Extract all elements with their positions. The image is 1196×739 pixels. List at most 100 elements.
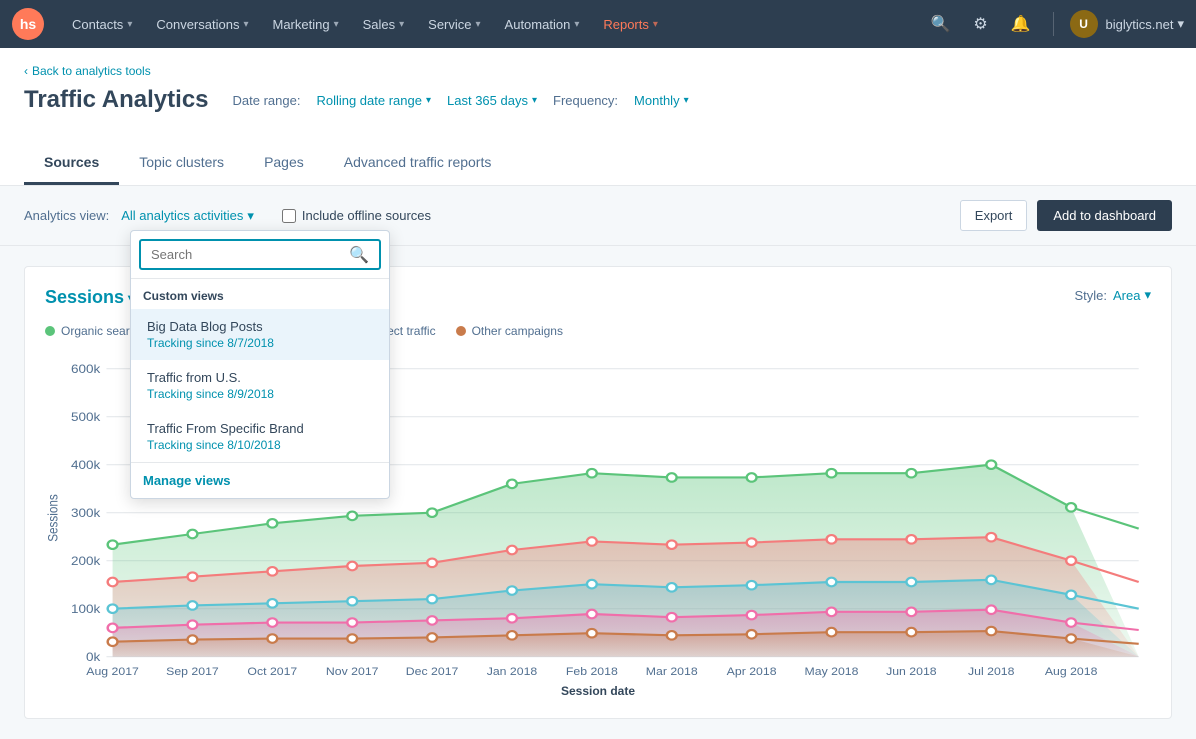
- date-range-dropdown[interactable]: Rolling date range ▾: [316, 93, 431, 108]
- tab-topic-clusters[interactable]: Topic clusters: [119, 142, 244, 185]
- analytics-bar: Analytics view: All analytics activities…: [0, 186, 1196, 246]
- settings-button[interactable]: ⚙: [965, 8, 997, 40]
- filter-row: Date range: Rolling date range ▾ Last 36…: [233, 93, 689, 108]
- svg-text:Jan 2018: Jan 2018: [487, 666, 538, 677]
- search-button[interactable]: 🔍: [925, 8, 957, 40]
- dropdown-item-2[interactable]: Traffic From Specific Brand Tracking sin…: [131, 411, 389, 462]
- svg-text:Aug 2018: Aug 2018: [1045, 666, 1098, 677]
- svg-text:hs: hs: [20, 16, 37, 32]
- dropdown-item-1-title: Traffic from U.S.: [147, 370, 373, 385]
- svg-text:Nov 2017: Nov 2017: [326, 666, 379, 677]
- dropdown-item-1[interactable]: Traffic from U.S. Tracking since 8/9/201…: [131, 360, 389, 411]
- svg-text:200k: 200k: [71, 555, 101, 568]
- tab-sources[interactable]: Sources: [24, 142, 119, 185]
- svg-text:0k: 0k: [86, 651, 101, 664]
- svg-text:Feb 2018: Feb 2018: [566, 666, 618, 677]
- page-title: Traffic Analytics: [24, 86, 209, 114]
- nav-service[interactable]: Service▾: [416, 0, 492, 48]
- manage-views-link[interactable]: Manage views: [131, 462, 389, 498]
- style-label: Style:: [1074, 288, 1107, 303]
- nav-reports[interactable]: Reports▾: [591, 0, 670, 48]
- svg-text:Jun 2018: Jun 2018: [886, 666, 937, 677]
- offline-sources-checkbox[interactable]: [282, 209, 296, 223]
- search-input[interactable]: [139, 239, 381, 270]
- analytics-view-label: Analytics view:: [24, 208, 109, 223]
- svg-text:Sep 2017: Sep 2017: [166, 666, 219, 677]
- dropdown-item-0[interactable]: Big Data Blog Posts Tracking since 8/7/2…: [131, 309, 389, 360]
- nav-conversations-chevron: ▾: [243, 19, 248, 30]
- top-navigation: hs Contacts▾ Conversations▾ Marketing▾ S…: [0, 0, 1196, 48]
- nav-sales[interactable]: Sales▾: [351, 0, 417, 48]
- frequency-chevron: ▾: [684, 95, 689, 106]
- nav-links: Contacts▾ Conversations▾ Marketing▾ Sale…: [60, 0, 925, 48]
- dropdown-item-2-sub: Tracking since 8/10/2018: [147, 438, 373, 452]
- dropdown-search-area: 🔍: [131, 231, 389, 279]
- user-chevron-icon: ▾: [1177, 16, 1184, 32]
- dropdown-item-0-title: Big Data Blog Posts: [147, 319, 373, 334]
- svg-text:100k: 100k: [71, 603, 101, 616]
- sessions-dropdown[interactable]: Sessions ▾: [45, 287, 134, 308]
- legend-organic-search: Organic search: [45, 324, 142, 338]
- nav-marketing[interactable]: Marketing▾: [260, 0, 350, 48]
- legend-other-campaigns: Other campaigns: [456, 324, 563, 338]
- svg-text:Mar 2018: Mar 2018: [646, 666, 698, 677]
- nav-service-chevron: ▾: [476, 19, 481, 30]
- nav-right: 🔍 ⚙ 🔔 U biglytics.net ▾: [925, 8, 1184, 40]
- nav-sales-chevron: ▾: [399, 19, 404, 30]
- style-dropdown[interactable]: Area ▾: [1113, 287, 1151, 303]
- legend-other-campaigns-dot: [456, 326, 466, 336]
- analytics-view-chevron: ▾: [247, 208, 254, 224]
- analytics-view-popup: 🔍 Custom views Big Data Blog Posts Track…: [130, 230, 390, 499]
- notifications-button[interactable]: 🔔: [1005, 8, 1037, 40]
- svg-text:400k: 400k: [71, 459, 101, 472]
- dropdown-item-1-sub: Tracking since 8/9/2018: [147, 387, 373, 401]
- hubspot-logo[interactable]: hs: [12, 8, 44, 40]
- search-icon: 🔍: [349, 245, 369, 265]
- tabs: Sources Topic clusters Pages Advanced tr…: [24, 142, 1172, 185]
- avatar[interactable]: U: [1070, 10, 1098, 38]
- frequency-dropdown[interactable]: Monthly ▾: [634, 93, 689, 108]
- nav-reports-chevron: ▾: [653, 19, 658, 30]
- analytics-view-dropdown[interactable]: All analytics activities ▾: [121, 208, 254, 224]
- dropdown-item-0-sub: Tracking since 8/7/2018: [147, 336, 373, 350]
- nav-automation-chevron: ▾: [574, 19, 579, 30]
- nav-divider: [1053, 12, 1054, 36]
- nav-contacts[interactable]: Contacts▾: [60, 0, 144, 48]
- svg-text:Dec 2017: Dec 2017: [406, 666, 459, 677]
- dropdown-items-list: Big Data Blog Posts Tracking since 8/7/2…: [131, 309, 389, 462]
- nav-marketing-chevron: ▾: [334, 19, 339, 30]
- export-button[interactable]: Export: [960, 200, 1028, 231]
- legend-organic-search-dot: [45, 326, 55, 336]
- page-header: ‹ Back to analytics tools Traffic Analyt…: [0, 48, 1196, 186]
- x-axis-label: Session date: [45, 684, 1151, 698]
- date-range-label: Date range:: [233, 93, 301, 108]
- nav-contacts-chevron: ▾: [127, 19, 132, 30]
- user-menu[interactable]: biglytics.net ▾: [1106, 16, 1184, 32]
- tab-advanced[interactable]: Advanced traffic reports: [324, 142, 512, 185]
- custom-views-label: Custom views: [131, 279, 389, 309]
- date-range-chevron: ▾: [426, 95, 431, 106]
- dropdown-item-2-title: Traffic From Specific Brand: [147, 421, 373, 436]
- svg-text:600k: 600k: [71, 363, 101, 376]
- style-selector: Style: Area ▾: [1074, 287, 1151, 303]
- tab-pages[interactable]: Pages: [244, 142, 324, 185]
- back-link[interactable]: ‹ Back to analytics tools: [24, 64, 1172, 78]
- svg-text:Sessions: Sessions: [46, 494, 61, 542]
- svg-text:Jul 2018: Jul 2018: [968, 666, 1014, 677]
- style-chevron-icon: ▾: [1144, 287, 1151, 303]
- add-to-dashboard-button[interactable]: Add to dashboard: [1037, 200, 1172, 231]
- nav-automation[interactable]: Automation▾: [493, 0, 592, 48]
- date-period-chevron: ▾: [532, 95, 537, 106]
- frequency-label: Frequency:: [553, 93, 618, 108]
- date-period-dropdown[interactable]: Last 365 days ▾: [447, 93, 537, 108]
- nav-conversations[interactable]: Conversations▾: [144, 0, 260, 48]
- analytics-bar-right: Export Add to dashboard: [960, 200, 1172, 231]
- svg-text:Apr 2018: Apr 2018: [727, 666, 777, 677]
- page-title-row: Traffic Analytics Date range: Rolling da…: [24, 86, 1172, 130]
- back-icon: ‹: [24, 64, 28, 78]
- svg-text:500k: 500k: [71, 411, 101, 424]
- svg-text:May 2018: May 2018: [805, 666, 859, 677]
- offline-sources-label: Include offline sources: [302, 208, 431, 223]
- offline-sources-checkbox-area: Include offline sources: [282, 208, 431, 223]
- svg-text:Oct 2017: Oct 2017: [247, 666, 297, 677]
